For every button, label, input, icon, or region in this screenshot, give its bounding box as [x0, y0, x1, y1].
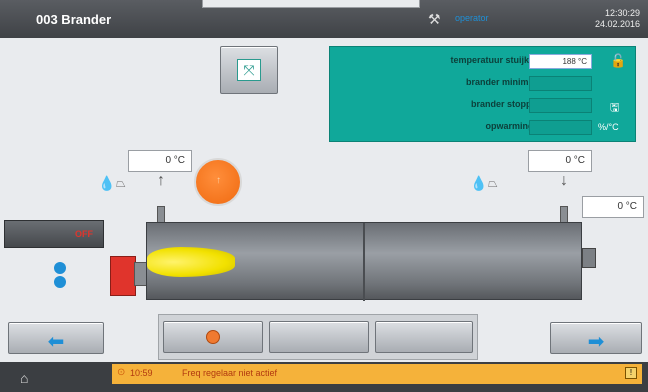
- arrow-up-icon: ↑: [157, 172, 165, 189]
- burner-minimum-field[interactable]: [529, 76, 592, 91]
- unlock-icon[interactable]: 🔓: [610, 53, 626, 69]
- switch-state-label: OFF: [75, 229, 93, 239]
- settings-panel: temperatuur stuijkien 188 °C 🔓 brander m…: [329, 46, 636, 142]
- arrow-down-icon: ↓: [560, 172, 568, 189]
- drop-blue-icon: 💧: [470, 175, 488, 191]
- setting-row-burner-min: brander minimum: [330, 73, 637, 95]
- burner-flame: [147, 247, 235, 277]
- drum-seam: [363, 223, 365, 301]
- status-dot-2: [54, 276, 66, 288]
- iron-icon: ⏢: [488, 176, 498, 190]
- arrow-right-icon: ➡: [587, 331, 605, 353]
- exhaust-temperature-display: 0 °C: [582, 196, 644, 218]
- setting-row-temperature: temperatuur stuijkien 188 °C 🔓: [330, 51, 637, 73]
- header-tab-notch: [202, 0, 420, 8]
- clock-date: 24.02.2016: [594, 19, 640, 29]
- burner-head: [110, 256, 136, 296]
- alarm-time: 10:59: [130, 368, 153, 378]
- wrench-icon[interactable]: ⚒: [428, 11, 441, 28]
- valve-icon: ⤧: [237, 59, 261, 81]
- burner-reset-button[interactable]: [163, 321, 263, 353]
- inlet-temperature-display: 0 °C: [128, 150, 192, 172]
- arrow-left-icon: ⬅: [47, 331, 65, 353]
- temperature-setpoint-field[interactable]: 188 °C: [529, 54, 592, 69]
- header-bar: 003 Brander ⚒ operator 12:30:29 24.02.20…: [0, 0, 648, 38]
- function-button-bar: [158, 314, 478, 360]
- clock-time: 12:30:29: [604, 8, 640, 18]
- setting-row-burner-stop: brander stoppen 🖫: [330, 95, 637, 117]
- function-button-3[interactable]: [375, 321, 473, 353]
- home-icon[interactable]: ⌂: [20, 370, 28, 386]
- burner-off-switch[interactable]: OFF: [4, 220, 104, 248]
- page-title: 003 Brander: [36, 12, 112, 27]
- outlet-temperature-display: 0 °C: [528, 150, 592, 172]
- iron-icon: ⏢: [116, 176, 126, 190]
- prev-page-button[interactable]: ⬅: [8, 322, 104, 354]
- valve-settings-button[interactable]: ⤧: [220, 46, 278, 94]
- setting-row-heating-p: opwarming P %/°C: [330, 117, 637, 139]
- heating-p-field[interactable]: [529, 120, 592, 135]
- burner-fan[interactable]: ↑: [194, 158, 242, 206]
- alarm-message[interactable]: ⊙ 10:59 Freq regelaar niet actief !: [112, 364, 642, 384]
- fan-icon: ↑: [216, 175, 221, 186]
- app-window: 003 Brander ⚒ operator 12:30:29 24.02.20…: [0, 0, 648, 392]
- acknowledge-icon[interactable]: !: [625, 367, 637, 379]
- burner-drum: [146, 222, 582, 301]
- status-dot-1: [54, 262, 66, 274]
- alarm-text: Freq regelaar niet actief: [182, 368, 278, 378]
- function-button-2[interactable]: [269, 321, 369, 353]
- alarm-icon: ⊙: [117, 367, 126, 378]
- next-page-button[interactable]: ➡: [550, 322, 642, 354]
- user-name[interactable]: operator: [455, 13, 489, 23]
- flame-reset-icon: [206, 330, 220, 344]
- clock: 12:30:29 24.02.2016: [595, 8, 640, 30]
- setting-unit: %/°C: [598, 122, 619, 132]
- save-icon[interactable]: 🖫: [610, 99, 619, 118]
- drop-red-icon: 💧: [98, 175, 116, 191]
- burner-stop-field[interactable]: [529, 98, 592, 113]
- drum-end-cap: [582, 248, 596, 268]
